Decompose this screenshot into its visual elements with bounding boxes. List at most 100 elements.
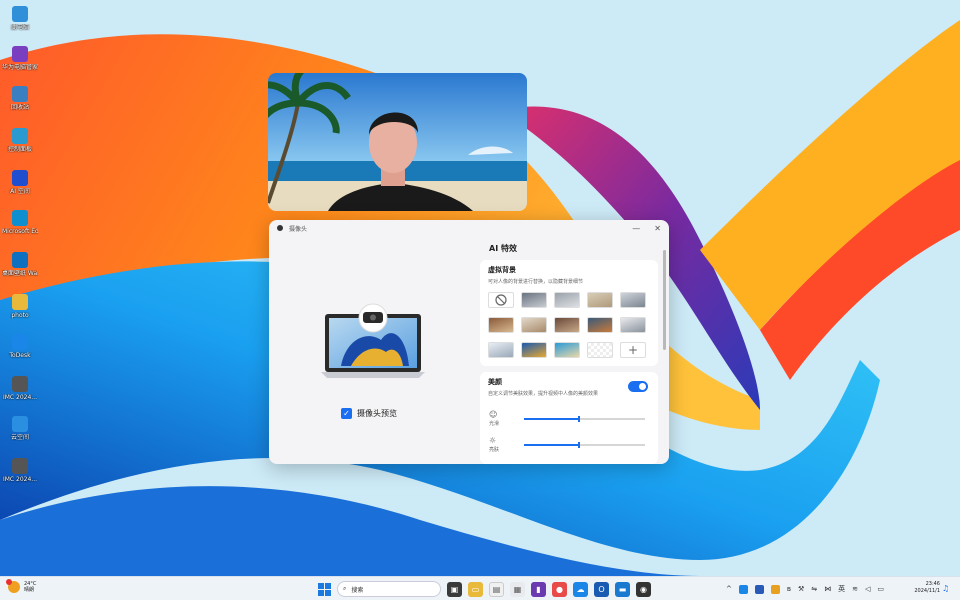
desktop-icon[interactable]: 桌面壁纸 Wallpaper	[2, 252, 38, 277]
slider-handle[interactable]	[578, 442, 580, 448]
wifi-icon[interactable]: ≋	[852, 585, 858, 593]
desktop-icon[interactable]: AI 空间	[2, 170, 38, 195]
window-title: 摄像头	[289, 225, 308, 233]
background-thumb[interactable]	[620, 292, 646, 308]
desktop-icon[interactable]: ToDesk	[2, 334, 38, 359]
background-thumb[interactable]	[488, 342, 514, 358]
cloud-app-icon[interactable]: ☁	[573, 581, 588, 597]
tray-security-icon[interactable]	[770, 584, 780, 594]
background-thumb[interactable]	[554, 292, 580, 308]
tray-link-icon[interactable]: ⋈	[824, 585, 831, 593]
taskbar-search-box[interactable]: ⌕ 搜索	[337, 581, 441, 597]
desktop-icon-label: AI 空间	[10, 188, 30, 195]
wallpaper-icon	[12, 252, 28, 268]
slider-fill	[524, 418, 578, 420]
volume-icon[interactable]: ◁	[865, 585, 870, 593]
taskbar-clock[interactable]: 23:46 2024/11/1	[908, 581, 940, 595]
desktop-icon-label: photo	[11, 312, 29, 319]
title-bar: 摄像头 — ✕	[269, 220, 669, 236]
slider-label: 亮肤	[489, 447, 500, 453]
tray-overflow-icon[interactable]: ^	[726, 585, 732, 593]
weather-sun-icon	[6, 579, 20, 593]
camera-app-icon	[277, 225, 283, 231]
pc-manager-icon	[12, 46, 28, 62]
tray-share-icon[interactable]: ⇋	[811, 585, 817, 593]
background-thumb[interactable]	[620, 317, 646, 333]
calculator-icon[interactable]: ▦	[510, 581, 525, 597]
add-background-button[interactable]: +	[620, 342, 646, 358]
background-thumb[interactable]	[587, 292, 613, 308]
desktop-icon-label: IMC 2024...	[2, 394, 38, 401]
background-thumb[interactable]	[521, 317, 547, 333]
checkbox-checked-icon[interactable]: ✓	[341, 408, 352, 419]
slider-track[interactable]	[524, 416, 645, 422]
computer-icon	[12, 6, 28, 22]
clock-time: 23:46	[925, 581, 940, 587]
background-thumb[interactable]	[488, 317, 514, 333]
prohibit-icon	[495, 294, 507, 306]
desktop-icon[interactable]: 华为电脑管家	[2, 46, 38, 71]
weather-widget[interactable]: 24°C 晴朗	[6, 579, 36, 593]
beauty-card: 美颜 自定义调节美肤效果，提升视频中人像的美颜效果 ☺ 光滑 ☼ 亮肤	[480, 372, 658, 464]
desktop-icon-label: 桌面壁纸 Wallpaper	[2, 270, 38, 277]
desktop-icon-label: 回收站	[10, 104, 29, 111]
cloud-icon	[12, 416, 28, 432]
search-icon: ⌕	[343, 585, 347, 592]
slider-handle[interactable]	[578, 416, 580, 422]
scrollbar[interactable]	[663, 250, 666, 350]
background-thumb[interactable]	[587, 317, 613, 333]
battery-icon[interactable]: ▭	[877, 585, 884, 593]
todesk-icon	[12, 334, 28, 350]
start-button[interactable]	[318, 582, 331, 596]
desktop-icon[interactable]: 云空间	[2, 416, 38, 441]
desktop-icon[interactable]: Microsoft Edge	[2, 210, 38, 235]
desktop-icon-label: 控制面板	[7, 146, 32, 153]
desktop-icon[interactable]: 回收站	[2, 86, 38, 111]
desktop-icon[interactable]: 控制面板	[2, 128, 38, 153]
image-file-icon	[12, 458, 28, 474]
laptop-illustration	[321, 303, 425, 378]
desktop-icon[interactable]: IMC 2024...	[2, 458, 38, 483]
recycle-bin-icon	[12, 86, 28, 102]
virtual-background-title: 虚拟背景	[488, 266, 516, 274]
tray-tool-icon[interactable]: ⚒	[798, 585, 804, 593]
ai-space-icon	[12, 170, 28, 186]
camera-preview-label: 摄像头预览	[357, 409, 397, 418]
brightness-icon: ☼	[489, 436, 497, 445]
close-button[interactable]: ✕	[654, 224, 661, 233]
beauty-toggle[interactable]	[628, 381, 648, 392]
minimize-button[interactable]: —	[632, 224, 640, 233]
taskbar: 24°C 晴朗 ⌕ 搜索 ▣ ▭ ▤ ▦ ▮ ● ☁ O ▬ ◉ ^ ʙ ⚒ ⇋…	[0, 576, 960, 600]
desktop-icon[interactable]: photo	[2, 294, 38, 319]
desktop-icon[interactable]: IMC 2024...	[2, 376, 38, 401]
slider-track[interactable]	[524, 442, 645, 448]
camera-app-taskbar-icon[interactable]: ◉	[636, 581, 651, 597]
camera-preview-checkbox[interactable]: ✓ 摄像头预览	[341, 408, 397, 419]
task-view-icon[interactable]: ▣	[447, 581, 462, 597]
notepad-icon[interactable]: ▤	[489, 581, 504, 597]
desktop-icon-label: 此电脑	[10, 24, 29, 31]
desktop-icon-label: 华为电脑管家	[2, 64, 38, 71]
blur-background-thumb[interactable]	[587, 342, 613, 358]
background-thumb[interactable]	[554, 317, 580, 333]
tray-app-icon[interactable]	[738, 584, 748, 594]
outlook-icon[interactable]: O	[594, 581, 609, 597]
monitor-app-icon[interactable]: ▮	[531, 581, 546, 597]
input-method-indicator[interactable]: 英	[838, 584, 845, 594]
background-thumb[interactable]	[554, 342, 580, 358]
file-explorer-icon[interactable]: ▭	[468, 581, 483, 597]
bluetooth-icon[interactable]: ʙ	[787, 585, 791, 593]
notification-bell-icon[interactable]: ♫	[942, 584, 949, 593]
ai-effects-pane: AI 特效 虚拟背景 可对人像的背景进行替换，以隐藏背景细节 + 美颜 自定义调…	[480, 236, 669, 464]
control-panel-icon	[12, 128, 28, 144]
app-gallery-icon[interactable]: ●	[552, 581, 567, 597]
clock-date: 2024/11/1	[914, 588, 940, 594]
tray-vpn-icon[interactable]	[754, 584, 764, 594]
photos-icon[interactable]: ▬	[615, 581, 630, 597]
desktop-icon-label: IMC 2024...	[2, 476, 38, 483]
desktop-icon[interactable]: 此电脑	[2, 6, 38, 31]
no-background-button[interactable]	[488, 292, 514, 308]
background-thumb[interactable]	[521, 292, 547, 308]
slider-label: 光滑	[489, 421, 500, 427]
background-thumb[interactable]	[521, 342, 547, 358]
